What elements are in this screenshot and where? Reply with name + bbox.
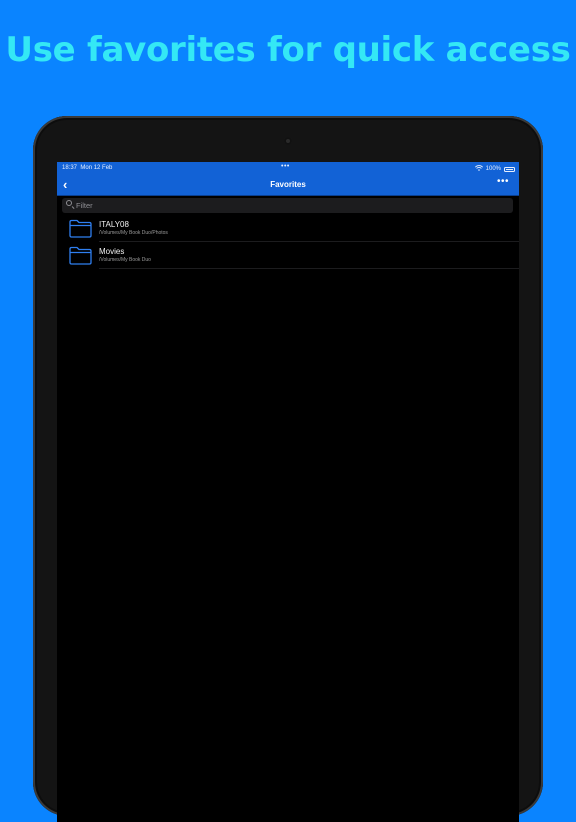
status-time: 18:37 [62, 165, 78, 171]
status-date: Mon 12 Feb [80, 165, 113, 171]
multitasking-dots[interactable]: ••• [281, 163, 290, 170]
folder-icon [69, 246, 92, 270]
page-title: Favorites [270, 180, 306, 189]
navigation-bar: ‹ Favorites ••• [57, 175, 519, 195]
favorite-path: /Volumes/My Book Duo [99, 257, 151, 263]
battery-icon [504, 166, 515, 172]
status-bar: 18:37 Mon 12 Feb ••• 100% [57, 162, 519, 175]
camera-icon [284, 137, 292, 145]
nav-divider [57, 195, 519, 196]
ellipsis-icon: ••• [496, 176, 509, 187]
app-screen: 18:37 Mon 12 Feb ••• 100% ‹ Favorites ••… [57, 162, 519, 822]
status-time-date: 18:37 Mon 12 Feb [62, 165, 112, 171]
favorite-item-italy08[interactable]: ITALY08 /Volumes/My Book Duo/Photos [57, 215, 519, 242]
ipad-device-frame: 18:37 Mon 12 Feb ••• 100% ‹ Favorites ••… [33, 116, 543, 822]
folder-icon [69, 219, 92, 243]
favorite-name: Movies [99, 247, 125, 256]
row-divider [99, 268, 519, 269]
search-icon [66, 200, 72, 206]
favorite-name: ITALY08 [99, 220, 129, 229]
filter-input[interactable] [76, 198, 496, 213]
wifi-icon [474, 165, 483, 173]
favorite-path: /Volumes/My Book Duo/Photos [99, 230, 168, 236]
battery-percent: 100% [485, 166, 501, 172]
favorite-item-movies[interactable]: Movies /Volumes/My Book Duo [57, 242, 519, 269]
more-options-button[interactable]: ••• [497, 176, 509, 187]
status-right: 100% [474, 165, 515, 173]
filter-bar[interactable] [62, 198, 513, 213]
promo-headline: Use favorites for quick access [5, 30, 571, 70]
